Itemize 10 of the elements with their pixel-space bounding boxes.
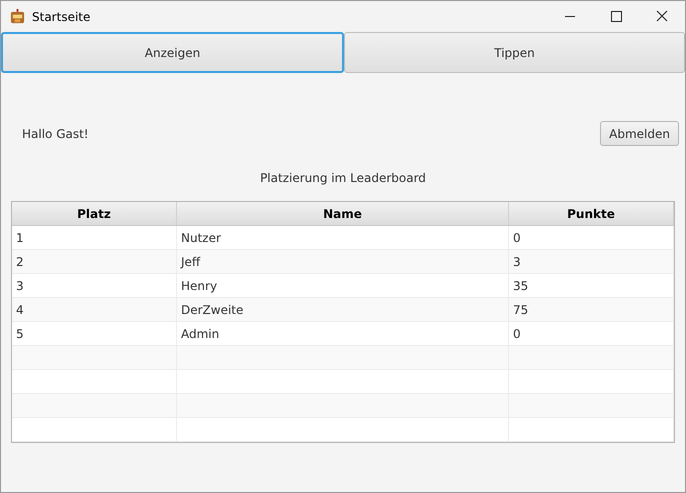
window-title: Startseite <box>32 8 90 26</box>
column-header[interactable]: Platz <box>12 202 177 225</box>
column-header[interactable]: Name <box>177 202 509 225</box>
app-icon <box>10 9 25 24</box>
leaderboard-title: Platzierung im Leaderboard <box>260 170 426 187</box>
column-header[interactable]: Punkte <box>509 202 674 225</box>
logout-button[interactable]: Abmelden <box>600 121 679 146</box>
tab[interactable]: Tippen <box>344 32 685 73</box>
greeting-text: Hallo Gast! <box>22 126 89 142</box>
tab[interactable]: Anzeigen <box>1 32 344 73</box>
